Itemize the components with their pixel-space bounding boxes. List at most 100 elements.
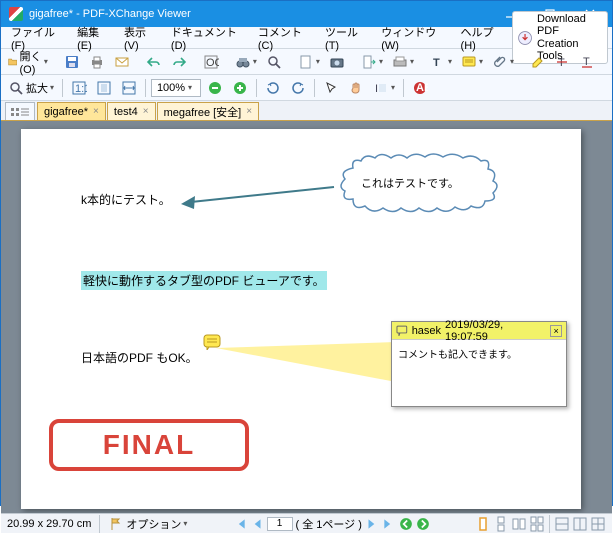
last-page-button[interactable] (382, 517, 396, 531)
fit-page-button[interactable] (93, 78, 115, 98)
redo-button[interactable] (168, 52, 190, 72)
email-button[interactable] (111, 52, 133, 72)
redo-icon (171, 54, 187, 70)
search-icon (266, 54, 282, 70)
separator (145, 79, 146, 97)
menu-tool[interactable]: ツール(T) (319, 22, 373, 54)
export-button[interactable]: ▾ (358, 52, 386, 72)
fit-width-button[interactable] (118, 78, 140, 98)
highlight-button[interactable] (527, 52, 549, 72)
zoom-input[interactable]: ▾ (151, 79, 201, 97)
attach-button[interactable]: ▾ (489, 52, 517, 72)
popup-close-button[interactable]: × (550, 325, 562, 337)
export-icon (361, 54, 377, 70)
comment-button[interactable]: ▾ (458, 52, 486, 72)
underline-button[interactable]: T (577, 52, 599, 72)
new-doc-button[interactable]: ▾ (295, 52, 323, 72)
page-icon (298, 54, 314, 70)
dropdown-icon: ▾ (188, 83, 192, 92)
strike-button[interactable]: T (552, 52, 574, 72)
find-button[interactable]: ▾ (232, 52, 260, 72)
rotate-cw-button[interactable] (287, 78, 309, 98)
ocr-button[interactable]: OCR (200, 52, 222, 72)
email-icon (114, 54, 130, 70)
next-page-button[interactable] (365, 517, 379, 531)
fit-actual-button[interactable]: 1:1 (68, 78, 90, 98)
arrow-tool-button[interactable]: ▾ (609, 52, 613, 72)
split-v-icon[interactable] (572, 516, 588, 532)
zoom-in-button[interactable] (229, 78, 251, 98)
tab-close-icon[interactable]: × (93, 106, 99, 117)
toolbar-row-2: 拡大▾ 1:1 ▾ I▾ AB (1, 75, 612, 101)
comment-popup[interactable]: hasek 2019/03/29, 19:07:59 × コメントも記入できます… (391, 321, 567, 407)
menu-help[interactable]: ヘルプ(H) (455, 22, 510, 54)
tab-test4[interactable]: test4× (107, 102, 156, 120)
hand-icon (348, 80, 364, 96)
popup-body[interactable]: コメントも記入できます。 (392, 340, 566, 367)
camera-icon (329, 54, 345, 70)
scan-button[interactable]: ▾ (389, 52, 417, 72)
facing-icon[interactable] (511, 516, 527, 532)
svg-text:T: T (583, 56, 590, 68)
menu-view[interactable]: 表示(V) (118, 22, 163, 54)
cloud-text: これはテストです。 (361, 175, 459, 191)
fit-width-icon (121, 80, 137, 96)
final-stamp[interactable]: FINAL (49, 419, 249, 471)
page-nav: ( 全 1ページ ) (233, 516, 430, 532)
svg-text:T: T (433, 57, 440, 69)
snapshot-button[interactable] (326, 52, 348, 72)
flag-icon (108, 516, 124, 532)
popup-author: hasek (412, 325, 441, 337)
nav-fwd-button[interactable] (416, 517, 430, 531)
sticky-note-icon[interactable] (203, 334, 221, 350)
tab-gigafree[interactable]: gigafree* × (37, 102, 106, 120)
typewriter-button[interactable]: T▾ (427, 52, 455, 72)
zoom-label: 拡大 (26, 80, 48, 96)
print-button[interactable] (86, 52, 108, 72)
tab-megafree[interactable]: megafree [安全]× (157, 102, 259, 120)
undo-icon (146, 54, 162, 70)
nav-back-button[interactable] (399, 517, 413, 531)
menu-document[interactable]: ドキュメント(D) (165, 22, 250, 54)
open-button[interactable]: 開く(O) ▾ (5, 46, 51, 78)
rotate-ccw-icon (265, 80, 281, 96)
tab-close-icon[interactable]: × (246, 106, 252, 117)
binoculars-icon (235, 54, 251, 70)
document-viewport[interactable]: これはテストです。 k本的にテスト。 軽快に動作するタブ型のPDF ビューアです… (1, 121, 612, 513)
single-page-icon[interactable] (475, 516, 491, 532)
select-button[interactable] (320, 78, 342, 98)
save-button[interactable] (61, 52, 83, 72)
hand-button[interactable] (345, 78, 367, 98)
options-button[interactable]: オプション ▾ (108, 516, 187, 532)
popup-date: 2019/03/29, 19:07:59 (445, 319, 546, 343)
zoom-out-button[interactable] (204, 78, 226, 98)
abp-button[interactable]: AB (409, 78, 431, 98)
text-line-1: k本的にテスト。 (81, 191, 171, 208)
facing-cont-icon[interactable] (529, 516, 545, 532)
menu-window[interactable]: ウィンドウ(W) (375, 22, 452, 54)
search-button[interactable] (263, 52, 285, 72)
split-h-icon[interactable] (554, 516, 570, 532)
page-number-input[interactable] (267, 517, 293, 531)
first-page-button[interactable] (233, 517, 247, 531)
tab-close-icon[interactable]: × (143, 106, 149, 117)
prev-page-button[interactable] (250, 517, 264, 531)
split-both-icon[interactable] (590, 516, 606, 532)
arrow-annotation[interactable] (179, 184, 339, 214)
continuous-icon[interactable] (493, 516, 509, 532)
zoom-value[interactable] (154, 82, 188, 94)
highlighted-text: 軽快に動作するタブ型のPDF ビューアです。 (81, 271, 327, 290)
menu-comment[interactable]: コメント(C) (252, 22, 317, 54)
tab-label: gigafree* (44, 106, 88, 118)
menu-edit[interactable]: 編集(E) (71, 22, 116, 54)
zoom-tool-button[interactable]: 拡大▾ (5, 78, 57, 98)
select-text-button[interactable]: I▾ (370, 78, 398, 98)
undo-button[interactable] (143, 52, 165, 72)
rotate-ccw-button[interactable] (262, 78, 284, 98)
dropdown-icon: ▾ (183, 519, 187, 528)
tab-group-toggle[interactable] (5, 102, 35, 120)
popup-header[interactable]: hasek 2019/03/29, 19:07:59 × (392, 322, 566, 340)
dropdown-icon: ▾ (410, 57, 414, 66)
open-label: 開く(O) (19, 48, 41, 76)
layout-buttons (475, 515, 606, 533)
